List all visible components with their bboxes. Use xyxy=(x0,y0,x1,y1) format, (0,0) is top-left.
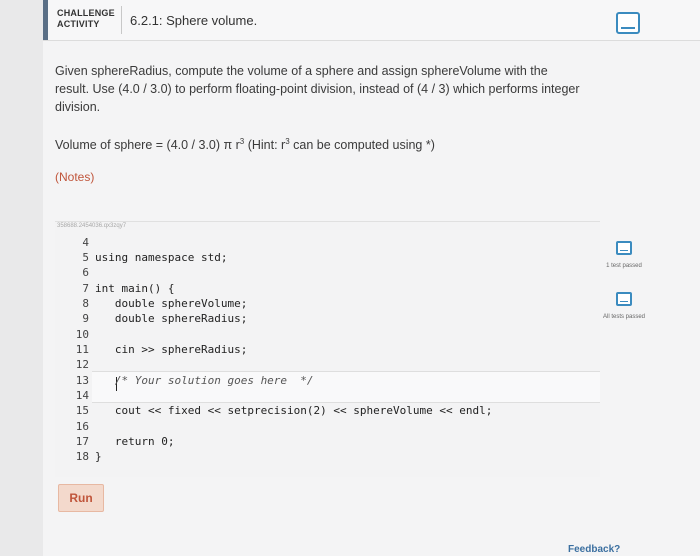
line-number: 14 xyxy=(75,389,89,402)
code-line: cin >> sphereRadius; xyxy=(95,343,248,356)
completion-check-icon xyxy=(616,12,640,34)
line-number: 18 xyxy=(75,450,89,463)
solution-comment-line[interactable]: /* Your solution goes here */ xyxy=(95,374,314,387)
line-number: 6 xyxy=(82,266,89,279)
all-tests-status-label: All tests passed xyxy=(602,314,646,320)
notes-link[interactable]: (Notes) xyxy=(55,170,94,184)
challenge-activity-badge: CHALLENGE ACTIVITY xyxy=(57,8,115,30)
volume-formula: Volume of sphere = (4.0 / 3.0) π r3 (Hin… xyxy=(55,137,435,152)
test1-status-label: 1 test passed xyxy=(606,263,642,269)
code-line: double sphereVolume; xyxy=(95,297,248,310)
line-number: 5 xyxy=(82,251,89,264)
header-accent-bar xyxy=(43,0,48,40)
code-line: int main() { xyxy=(95,282,175,295)
line-number: 11 xyxy=(75,343,89,356)
code-line: return 0; xyxy=(95,435,175,448)
line-number: 17 xyxy=(75,435,89,448)
test1-check-icon xyxy=(616,241,632,255)
badge-line2: ACTIVITY xyxy=(57,19,100,29)
feedback-link[interactable]: Feedback? xyxy=(568,544,620,555)
code-watermark: 358688.2454036.qx3zqy7 xyxy=(57,223,127,229)
header-divider xyxy=(121,6,122,34)
code-line: using namespace std; xyxy=(95,251,228,264)
line-number: 8 xyxy=(82,297,89,310)
line-number: 4 xyxy=(82,236,89,249)
code-line: } xyxy=(95,450,102,463)
formula-prefix: Volume of sphere = (4.0 / 3.0) π r xyxy=(55,138,240,153)
formula-middle: (Hint: r xyxy=(244,138,286,153)
line-number: 9 xyxy=(82,312,89,325)
problem-prompt: Given sphereRadius, compute the volume o… xyxy=(55,64,580,114)
line-number: 15 xyxy=(75,404,89,417)
line-number: 12 xyxy=(75,358,89,371)
formula-suffix: can be computed using *) xyxy=(289,138,435,153)
line-number: 13 xyxy=(75,374,89,387)
activity-title: 6.2.1: Sphere volume. xyxy=(130,13,258,28)
line-number: 16 xyxy=(75,420,89,433)
code-line: cout << fixed << setprecision(2) << sphe… xyxy=(95,404,493,417)
line-number: 7 xyxy=(82,282,89,295)
code-line: double sphereRadius; xyxy=(95,312,248,325)
badge-line1: CHALLENGE xyxy=(57,8,115,18)
run-button[interactable]: Run xyxy=(58,484,104,512)
line-number: 10 xyxy=(75,328,89,341)
all-tests-check-icon xyxy=(616,292,632,306)
